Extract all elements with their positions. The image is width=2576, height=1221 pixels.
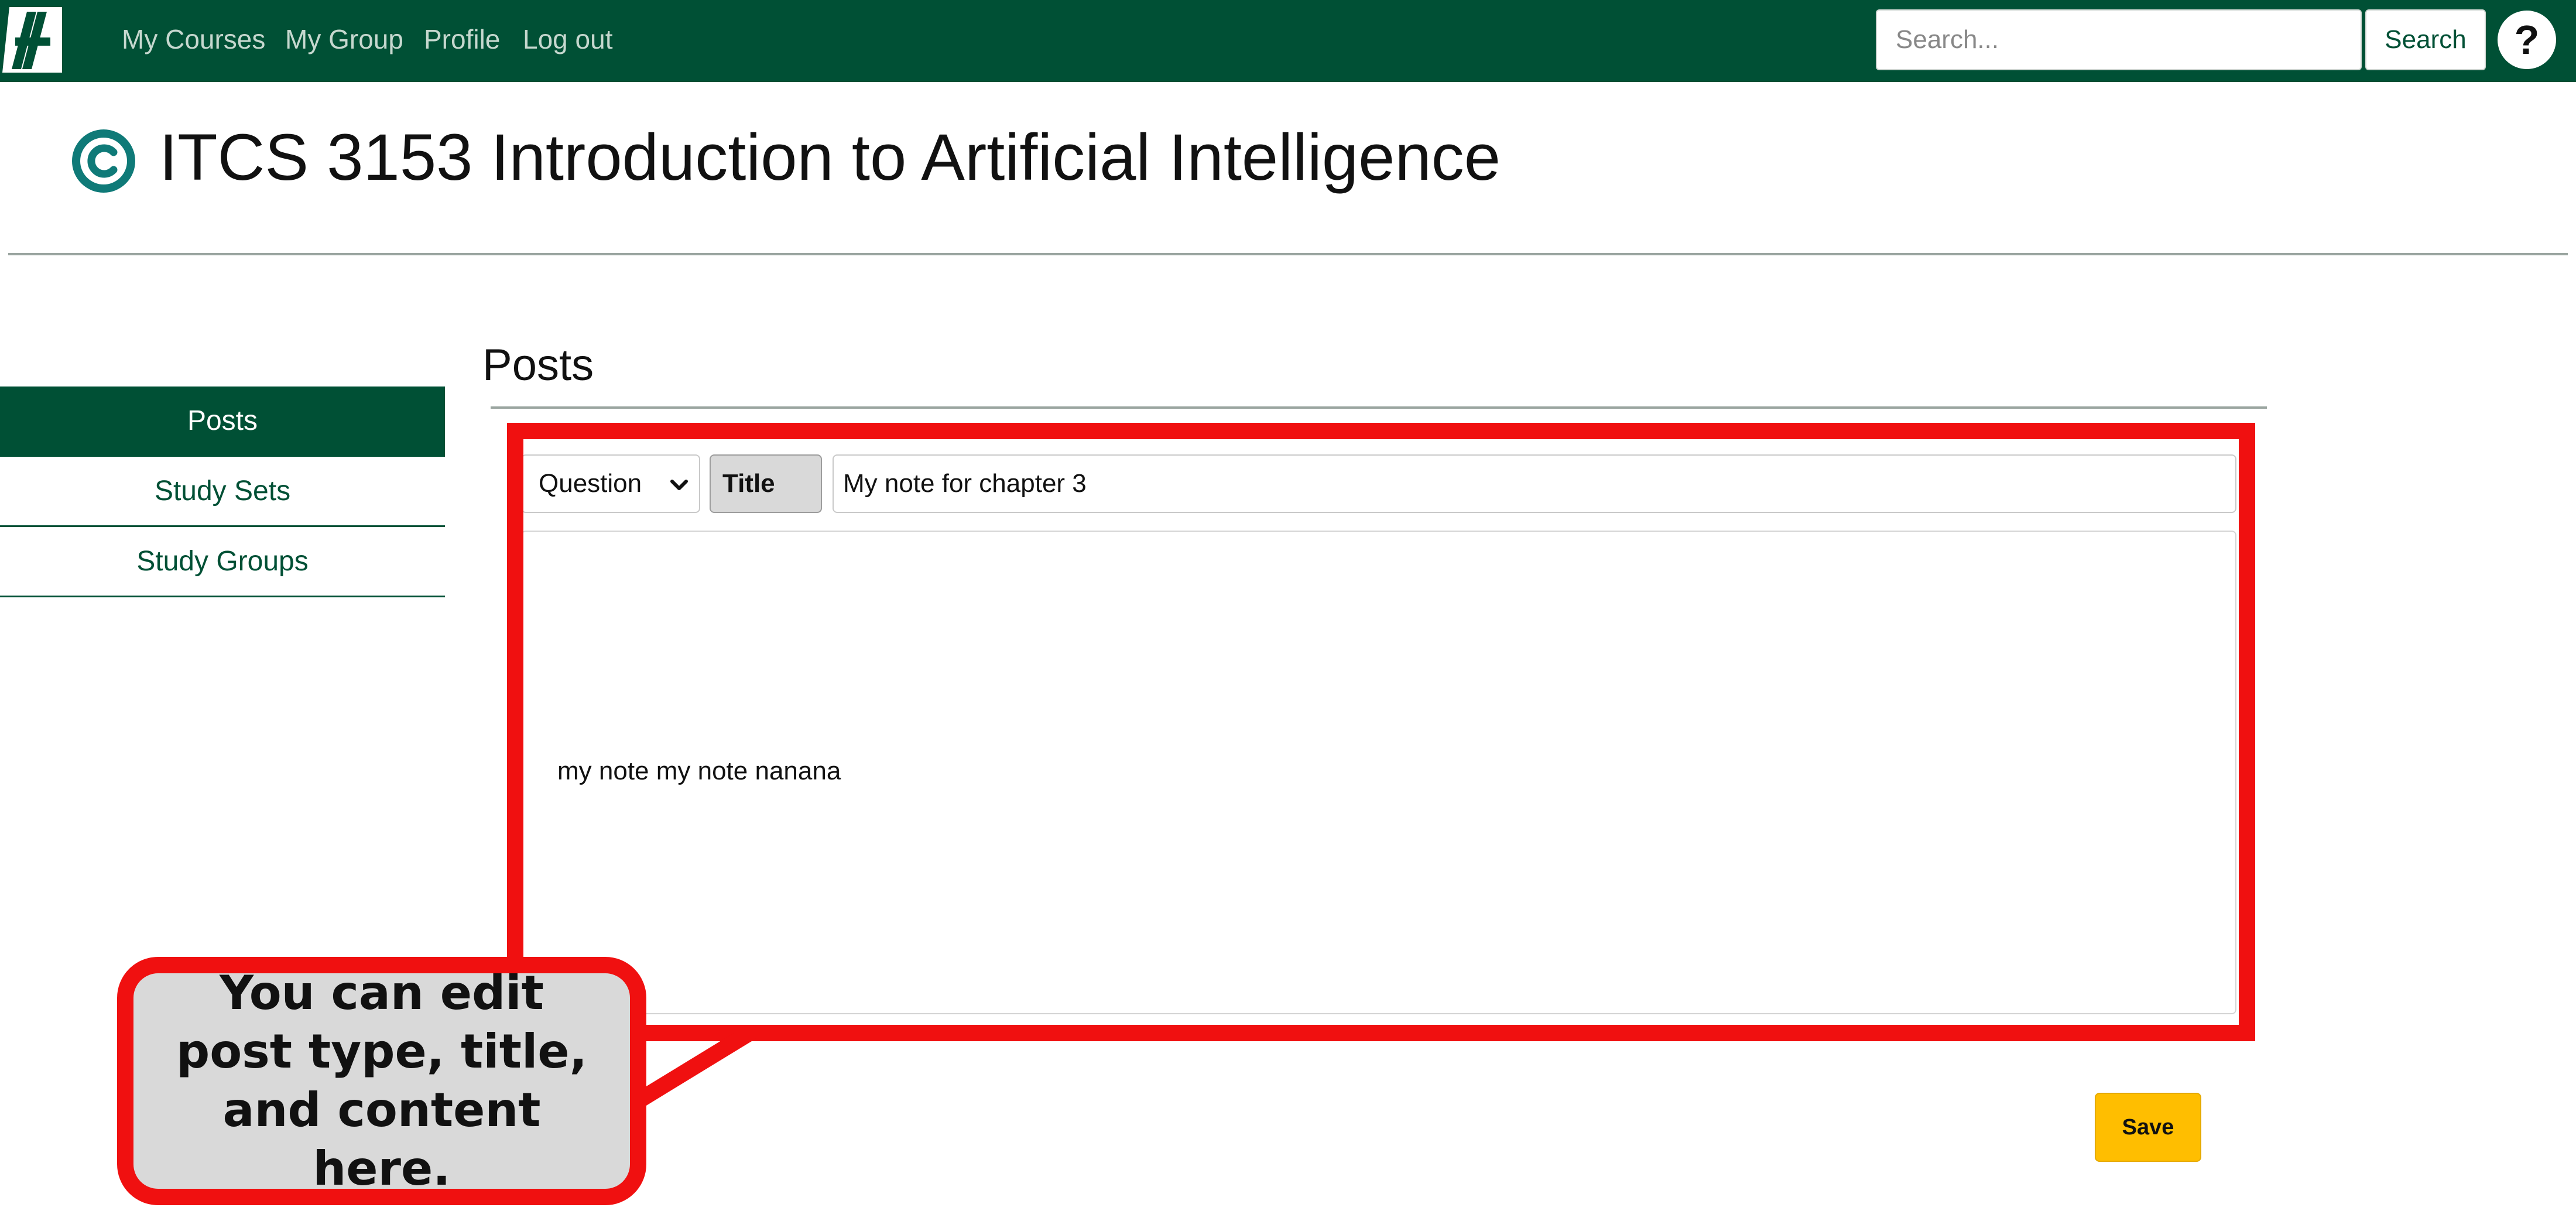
sidebar-item-study-sets[interactable]: Study Sets [0,457,445,527]
nav-my-courses-link[interactable]: My Courses [122,23,265,55]
nav-logout-link[interactable]: Log out [523,23,612,55]
header-divider [8,253,2568,255]
sidebar: Posts Study Sets Study Groups [0,387,445,597]
sidebar-item-posts[interactable]: Posts [0,387,445,457]
section-divider [491,406,2267,409]
help-icon[interactable]: ? [2498,11,2556,69]
callout-text: You can edit post type, title, and conte… [176,966,588,1196]
course-copyright-icon [72,129,135,193]
save-button[interactable]: Save [2095,1093,2201,1162]
course-title: ITCS 3153 Introduction to Artificial Int… [159,121,1501,194]
top-navbar: My Courses My Group Profile Log out Sear… [0,0,2576,82]
sidebar-item-label: Study Sets [154,476,291,507]
annotation-callout: You can edit post type, title, and conte… [117,957,646,1205]
section-title: Posts [482,340,594,390]
highlight-box [507,423,2255,1041]
search-button[interactable]: Search [2365,9,2486,70]
university-logo-icon[interactable] [1,5,64,75]
search-input[interactable] [1876,9,2362,70]
nav-profile-link[interactable]: Profile [424,23,500,55]
sidebar-item-label: Study Groups [136,546,309,577]
nav-my-group-link[interactable]: My Group [285,23,403,55]
sidebar-item-study-groups[interactable]: Study Groups [0,527,445,597]
sidebar-item-label: Posts [187,405,258,436]
